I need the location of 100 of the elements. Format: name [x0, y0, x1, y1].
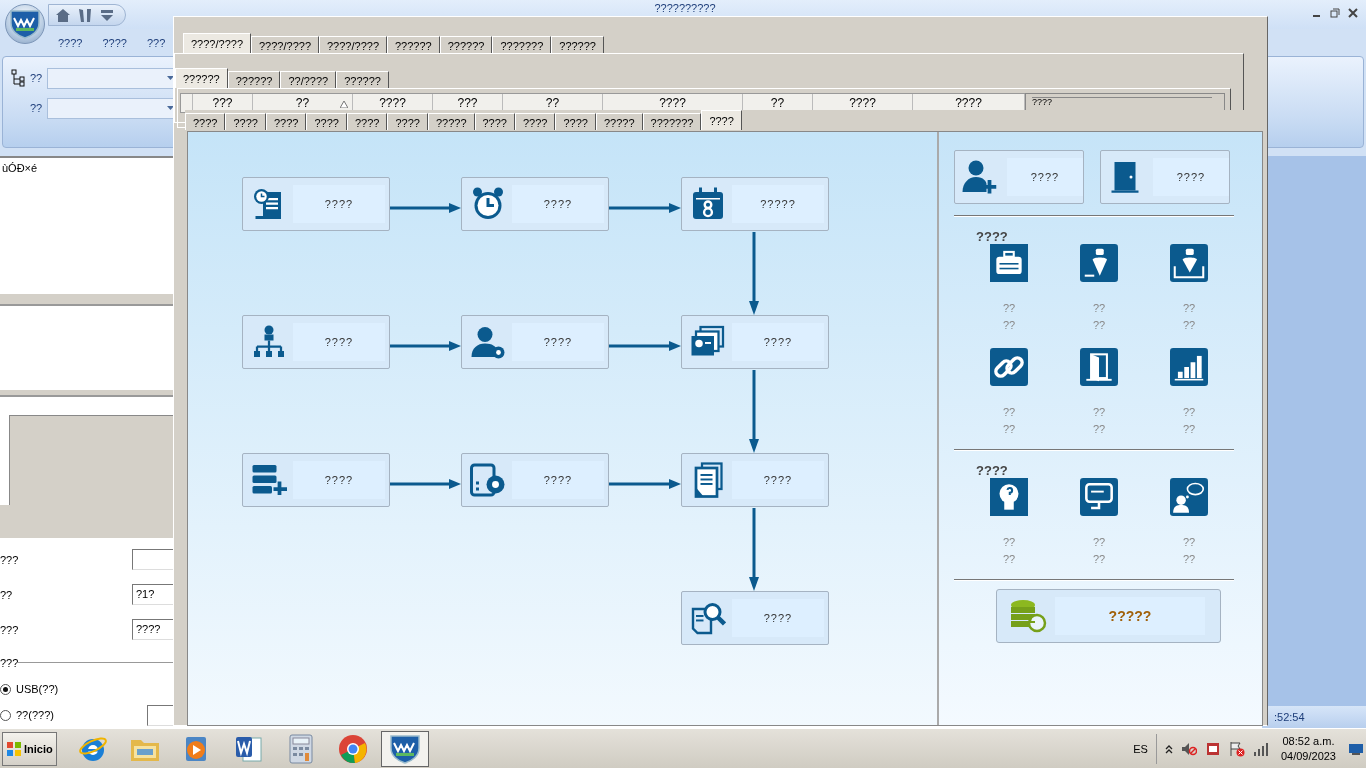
flag-error-icon[interactable] — [1228, 740, 1245, 757]
shield-logo-icon — [388, 732, 422, 765]
browser-circle-icon — [337, 732, 369, 765]
tab[interactable]: ???? — [185, 113, 226, 130]
tree-icon — [11, 69, 27, 87]
shield-logo-icon — [8, 8, 42, 40]
tab[interactable]: ????/???? — [251, 36, 319, 53]
tab[interactable]: ?????? — [439, 36, 493, 53]
home-icon[interactable] — [55, 7, 71, 23]
clock[interactable]: 08:52 a.m. 04/09/2023 — [1276, 733, 1340, 764]
section-title: ???? — [976, 229, 1009, 244]
flow-node-button[interactable]: ???? — [461, 315, 609, 369]
tab[interactable]: ???? — [387, 113, 428, 130]
action-button[interactable]: ???? — [1100, 150, 1230, 204]
tab[interactable]: ?????? — [387, 36, 440, 53]
tab[interactable]: ??/???? — [280, 71, 337, 88]
arrow — [609, 341, 681, 351]
arrow — [390, 341, 461, 351]
tab[interactable]: ???? — [306, 113, 347, 130]
user-plus-icon — [961, 159, 997, 195]
action-button[interactable]: ???? — [954, 150, 1084, 204]
caret-icon — [167, 76, 174, 80]
arrow — [609, 479, 681, 489]
flow-node-button[interactable]: ???? — [681, 315, 829, 369]
signal-bars-icon[interactable] — [1252, 740, 1269, 757]
tab[interactable]: ???? — [555, 113, 596, 130]
flow-node-button[interactable]: ???? — [242, 315, 390, 369]
org-chart-icon — [251, 324, 287, 360]
radio-button[interactable] — [0, 683, 11, 695]
database-refresh-icon — [1009, 599, 1049, 633]
backup-button[interactable]: ????? — [996, 589, 1221, 643]
menu-tab[interactable]: ???? — [58, 37, 83, 50]
flow-node-button[interactable]: ???? — [461, 177, 609, 231]
menu-tab[interactable]: ??? — [146, 37, 166, 50]
tab[interactable]: ????/???? — [183, 33, 251, 53]
start-button[interactable]: Inicio — [2, 731, 57, 766]
tab[interactable]: ???? — [225, 113, 266, 130]
language-indicator[interactable]: ES — [1133, 742, 1148, 755]
windows-flag-icon — [6, 740, 22, 757]
alarm-clock-icon — [470, 186, 506, 222]
radio-label: ??(???) — [16, 709, 54, 721]
arrow — [609, 203, 681, 213]
tab[interactable]: ?????? — [227, 71, 281, 88]
flow-node-button[interactable]: ???? — [242, 453, 390, 507]
radio-label: USB(??) — [16, 683, 59, 695]
flow-node-button[interactable]: ????? — [681, 177, 829, 231]
tab[interactable]: ???? — [474, 113, 515, 130]
show-desktop-icon[interactable] — [1348, 741, 1364, 756]
flow-node-button[interactable]: ???? — [461, 453, 609, 507]
chain-link-icon — [990, 348, 1028, 386]
arrow — [390, 479, 461, 489]
bar-chart-icon — [1170, 348, 1208, 386]
tab[interactable]: ???? — [346, 113, 388, 130]
tab[interactable]: ???? — [265, 113, 307, 130]
caret-icon — [167, 106, 174, 110]
group-label: ???? — [1032, 97, 1212, 107]
tab[interactable]: ???? — [701, 110, 742, 130]
user-gear-icon — [470, 324, 506, 360]
arrow — [390, 203, 461, 213]
group-title: ??? — [0, 657, 19, 669]
status-time: :52:54 — [1274, 711, 1305, 723]
tab[interactable]: ???? — [515, 113, 556, 130]
tab[interactable]: ????/???? — [319, 36, 387, 53]
lightbulb-icon — [990, 478, 1028, 516]
pen-document-icon — [1170, 244, 1208, 282]
monitor-icon — [1080, 478, 1118, 516]
tab[interactable]: ????? — [427, 113, 475, 130]
flow-node-button[interactable]: ???? — [681, 591, 829, 645]
calculator-icon — [288, 733, 314, 764]
tab[interactable]: ??????? — [642, 113, 702, 130]
dropdown-icon[interactable] — [99, 7, 115, 23]
menu-tab[interactable]: ???? — [102, 37, 127, 50]
field-label: ?? — [30, 102, 44, 114]
app-menu-button[interactable] — [5, 4, 45, 44]
radio-button[interactable] — [0, 709, 11, 721]
document-search-icon — [690, 600, 726, 636]
section-title: ???? — [976, 463, 1009, 478]
field-label: ?? — [0, 588, 14, 601]
field-label: ??? — [0, 623, 20, 636]
tab[interactable]: ?????? — [175, 68, 228, 88]
chevron-icon[interactable] — [1164, 743, 1173, 754]
briefcase-icon — [990, 244, 1028, 282]
flow-node-button[interactable]: ???? — [681, 453, 829, 507]
pen-nib-icon — [1080, 244, 1118, 282]
server-plus-icon — [251, 462, 287, 498]
tab[interactable]: ?????? — [551, 36, 604, 53]
field-label: ?? — [30, 72, 44, 84]
taskbar-button[interactable] — [381, 730, 429, 767]
tab[interactable]: ????? — [595, 113, 643, 130]
user-thought-icon — [1170, 478, 1208, 516]
tab[interactable]: ?????? — [336, 71, 389, 88]
door-icon — [1080, 348, 1118, 386]
tab[interactable]: ??????? — [492, 36, 552, 53]
close-icon[interactable] — [1348, 8, 1358, 18]
calculator-gear-icon — [470, 462, 506, 498]
restore-icon[interactable] — [1330, 8, 1340, 18]
flow-node-button[interactable]: ???? — [242, 177, 390, 231]
window-title: ?????????? — [653, 2, 717, 14]
calendar-icon — [690, 186, 726, 222]
list-item[interactable]: ùÓĐ×é — [2, 162, 38, 174]
